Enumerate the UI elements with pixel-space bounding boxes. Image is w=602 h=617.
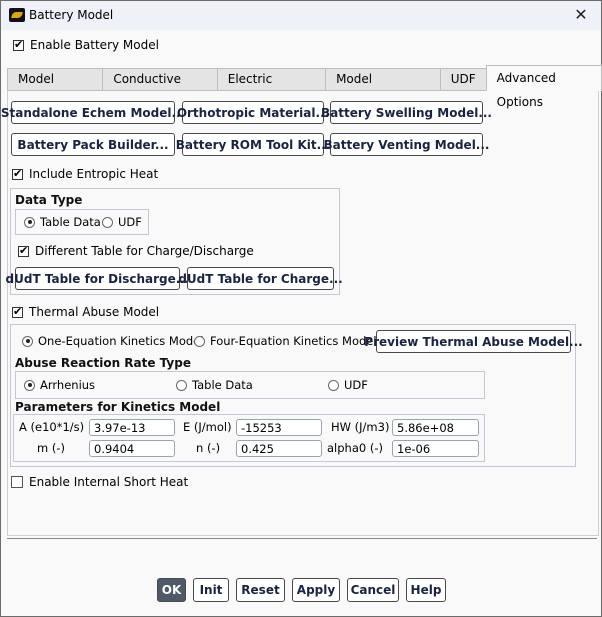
abuse-reaction-rate-type-title: Abuse Reaction Rate Type [15,356,191,370]
reset-button[interactable]: Reset [236,578,285,602]
tab-electric-contacts[interactable]: Electric Contacts [216,68,327,107]
param-a-input[interactable]: 3.97e-13 [89,419,175,436]
ok-button[interactable]: OK [157,578,186,602]
battery-app-icon [9,8,25,22]
include-entropic-heat-label: Include Entropic Heat [29,167,159,181]
table-data-rate-radio[interactable]: Table Data [176,378,253,392]
tab-advanced-options[interactable]: Advanced Options [485,65,602,109]
param-alpha0-input[interactable]: 1e-06 [392,440,479,457]
table-data-radio-label: Table Data [40,215,101,229]
different-table-checkbox[interactable]: Different Table for Charge/Discharge [18,244,254,258]
param-alpha0-label: alpha0 (-) [327,441,383,455]
internal-short-heat-checkbox[interactable]: Enable Internal Short Heat [11,475,188,489]
param-n-input[interactable]: 0.425 [236,440,322,457]
param-e-label: E (J/mol) [183,420,232,434]
different-table-label: Different Table for Charge/Discharge [35,244,254,258]
help-button[interactable]: Help [406,578,446,602]
param-a-label: A (e10*1/s) [19,420,85,434]
battery-pack-builder-button[interactable]: Battery Pack Builder... [11,133,175,156]
table-data-rate-label: Table Data [192,378,253,392]
tab-bar: Model Options Conductive Zones Electric … [7,65,602,109]
checkbox-checked-icon[interactable] [18,244,29,257]
window-title: Battery Model [29,8,114,22]
four-equation-kinetics-radio[interactable]: Four-Equation Kinetics Model [194,334,377,348]
param-m-input[interactable]: 0.9404 [89,440,175,457]
radio-unselected-icon[interactable] [194,335,205,347]
footer-divider [7,538,597,539]
close-icon[interactable]: ✕ [569,3,593,27]
include-entropic-heat-checkbox[interactable]: Include Entropic Heat [12,167,158,181]
internal-short-heat-label: Enable Internal Short Heat [29,475,189,489]
arrhenius-label: Arrhenius [40,378,96,392]
thermal-abuse-model-checkbox[interactable]: Thermal Abuse Model [12,305,159,319]
udf-radio-label: UDF [118,215,142,229]
param-m-label: m (-) [37,441,65,455]
tab-model-options[interactable]: Model Options [7,68,104,107]
one-equation-kinetics-label: One-Equation Kinetics Model [38,334,204,348]
checkbox-checked-icon[interactable] [12,305,23,318]
udf-rate-label: UDF [344,378,368,392]
enable-battery-model-checkbox[interactable]: Enable Battery Model [13,38,159,52]
apply-button[interactable]: Apply [292,578,340,602]
title-bar: Battery Model ✕ [1,1,601,30]
param-hw-input[interactable]: 5.86e+08 [392,419,479,436]
dudt-table-charge-button[interactable]: dUdT Table for Charge... [178,267,343,290]
tab-conductive-zones[interactable]: Conductive Zones [102,68,218,107]
battery-venting-model-button[interactable]: Battery Venting Model... [324,133,489,156]
four-equation-kinetics-label: Four-Equation Kinetics Model [210,334,377,348]
checkbox-checked-icon[interactable] [12,167,23,180]
param-hw-label: HW (J/m3) [331,420,390,434]
one-equation-kinetics-radio[interactable]: One-Equation Kinetics Model [22,334,203,348]
table-data-radio[interactable]: Table Data [24,215,101,229]
param-e-input[interactable]: -15253 [236,419,322,436]
radio-unselected-icon[interactable] [102,216,113,228]
dudt-table-discharge-button[interactable]: dUdT Table for Discharge... [6,267,189,290]
init-button[interactable]: Init [193,578,229,602]
radio-selected-icon[interactable] [24,216,35,228]
enable-battery-model-label: Enable Battery Model [30,38,159,52]
radio-unselected-icon[interactable] [176,379,187,391]
battery-rom-tool-kit-button[interactable]: Battery ROM Tool Kit... [176,133,330,156]
checkbox-checked-icon[interactable] [13,38,24,51]
udf-rate-radio[interactable]: UDF [328,378,368,392]
param-n-label: n (-) [196,441,221,455]
thermal-abuse-model-label: Thermal Abuse Model [29,305,160,319]
battery-swelling-model-button[interactable]: Battery Swelling Model... [321,101,492,124]
arrhenius-radio[interactable]: Arrhenius [24,378,95,392]
parameters-kinetics-title: Parameters for Kinetics Model [15,400,221,414]
tab-model-parameters[interactable]: Model Parameters [325,68,441,107]
battery-model-dialog: Battery Model ✕ Enable Battery Model Mod… [0,0,602,617]
udf-radio[interactable]: UDF [102,215,142,229]
preview-thermal-abuse-model-button[interactable]: Preview Thermal Abuse Model... [364,330,583,353]
radio-unselected-icon[interactable] [328,379,339,391]
radio-selected-icon[interactable] [24,379,35,391]
radio-selected-icon[interactable] [22,335,33,347]
orthotropic-material-button[interactable]: Orthotropic Material... [177,101,329,124]
cancel-button[interactable]: Cancel [347,578,399,602]
standalone-echem-model-button[interactable]: Standalone Echem Model... [1,101,185,124]
tab-udf[interactable]: UDF [439,68,487,91]
data-type-title: Data Type [15,193,83,207]
checkbox-unchecked-icon[interactable] [11,476,23,488]
